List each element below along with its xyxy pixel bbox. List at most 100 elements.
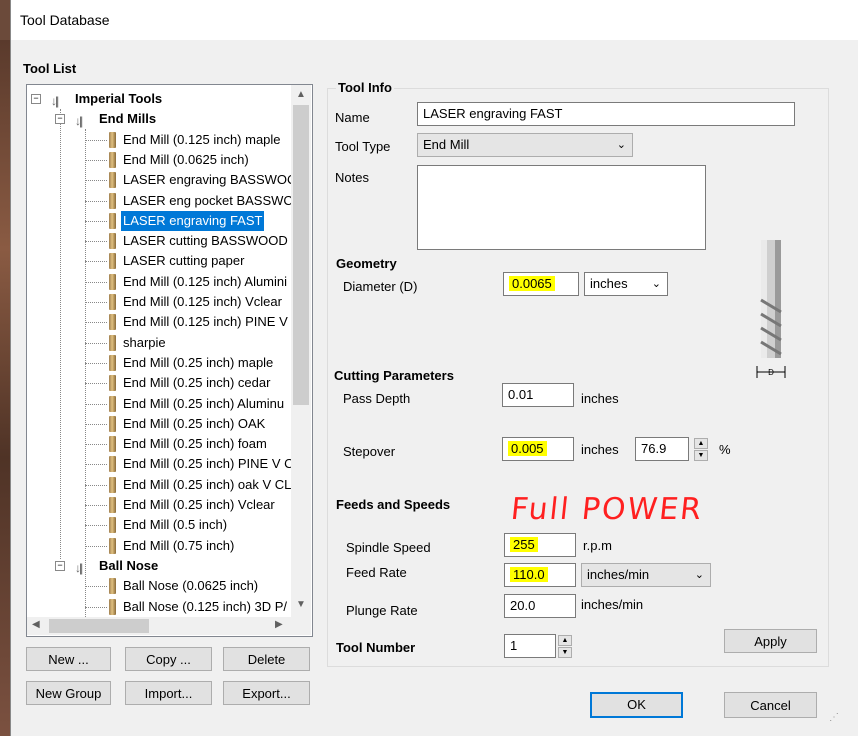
pass-depth-input[interactable]: 0.01 (502, 383, 574, 407)
new-tool-button[interactable]: New ... (26, 647, 111, 671)
tool-group-label: Ball Nose (99, 557, 159, 573)
export-button[interactable]: Export... (223, 681, 310, 705)
apply-button[interactable]: Apply (724, 629, 817, 653)
tree-connector (85, 241, 107, 243)
end-mill-icon (109, 578, 116, 595)
feed-rate-label: Feed Rate (346, 565, 407, 580)
tree-item[interactable]: LASER engraving FAST (27, 210, 291, 231)
tree-item[interactable]: LASER cutting paper (27, 251, 291, 271)
stepover-percent-spinner[interactable]: ▲ ▼ (694, 438, 708, 461)
spindle-speed-input[interactable]: 255 (504, 533, 576, 557)
tree-item[interactable]: LASER cutting BASSWOOD (27, 231, 291, 251)
collapse-icon[interactable]: − (55, 114, 65, 125)
name-input[interactable]: LASER engraving FAST (417, 102, 795, 126)
tree-item[interactable]: Ball Nose (0.0625 inch) (27, 576, 291, 596)
tree-root-imperial-tools[interactable]: − ↓|| Imperial Tools (27, 89, 291, 109)
tool-number-spinner[interactable]: ▲ ▼ (558, 635, 572, 658)
tool-item-label: End Mill (0.5 inch) (123, 517, 228, 533)
feeds-speeds-heading: Feeds and Speeds (336, 497, 451, 512)
title-bar: Tool Database (11, 0, 858, 40)
tree-item[interactable]: End Mill (0.125 inch) Vclear (27, 292, 291, 312)
tool-item-label: End Mill (0.25 inch) PINE V C (123, 456, 294, 472)
tree-item[interactable]: End Mill (0.25 inch) maple (27, 353, 291, 373)
notes-textarea[interactable] (417, 165, 706, 250)
tree-connector (85, 180, 107, 182)
vertical-scrollbar[interactable]: ▲ ▼ (291, 85, 311, 617)
scrollbar-thumb[interactable] (293, 105, 309, 405)
end-mill-icon (109, 476, 116, 493)
plunge-rate-input[interactable]: 20.0 (504, 594, 576, 618)
tree-item[interactable]: End Mill (0.25 inch) cedar (27, 373, 291, 393)
tool-number-input[interactable]: 1 (504, 634, 556, 658)
diameter-value: 0.0065 (509, 276, 555, 291)
tool-type-value: End Mill (423, 137, 470, 152)
scroll-left-icon[interactable]: ◀ (32, 619, 40, 630)
tree-item[interactable]: End Mill (0.25 inch) PINE V C (27, 454, 294, 474)
tree-item[interactable]: LASER eng pocket BASSWC (27, 191, 293, 211)
tree-item[interactable]: End Mill (0.25 inch) foam (27, 434, 291, 454)
feed-rate-input[interactable]: 110.0 (504, 563, 576, 587)
tool-item-label: End Mill (0.125 inch) Alumini (123, 273, 288, 289)
end-mill-icon (109, 517, 116, 534)
tool-item-label: LASER engraving BASSWOC (123, 172, 297, 188)
plunge-rate-label: Plunge Rate (346, 603, 418, 618)
tree-connector (85, 525, 107, 527)
collapse-icon[interactable]: − (31, 94, 41, 104)
tree-item[interactable]: End Mill (0.125 inch) PINE V (27, 312, 291, 332)
tool-info-heading: Tool Info (336, 80, 394, 95)
tool-type-label: Tool Type (335, 139, 391, 154)
end-mill-icon (109, 598, 116, 615)
stepover-percent-input[interactable]: 76.9 (635, 437, 689, 461)
tree-item[interactable]: End Mill (0.75 inch) (27, 536, 291, 556)
tree-group[interactable]: − ↓|| Ball Nose (27, 556, 291, 576)
ok-button[interactable]: OK (590, 692, 683, 718)
copy-tool-button[interactable]: Copy ... (125, 647, 212, 671)
new-group-button[interactable]: New Group (26, 681, 111, 705)
tree-item[interactable]: End Mill (0.5 inch) (27, 515, 291, 535)
tree-item[interactable]: End Mill (0.125 inch) maple (27, 130, 291, 150)
tree-item[interactable]: End Mill (0.25 inch) oak V CL (27, 475, 291, 495)
tree-connector (85, 606, 107, 608)
scroll-up-icon[interactable]: ▲ (296, 89, 306, 100)
spin-down-icon[interactable]: ▼ (558, 647, 572, 658)
chevron-down-icon: ⌄ (616, 139, 626, 151)
delete-tool-button[interactable]: Delete (223, 647, 310, 671)
end-mill-icon (109, 294, 116, 310)
scroll-down-icon[interactable]: ▼ (296, 599, 306, 610)
stepover-input[interactable]: 0.005 (502, 437, 574, 461)
tree-item[interactable]: Ball Nose (0.125 inch) 3D P/ (27, 597, 291, 617)
end-mill-icon (109, 395, 116, 412)
horizontal-scrollbar[interactable]: ◀ ▶ (27, 617, 291, 635)
tree-item[interactable]: End Mill (0.25 inch) Aluminu (27, 394, 291, 414)
tool-tree[interactable]: Ball Nose (0.125 inch) 3D P/Ball Nose (0… (26, 84, 313, 637)
tool-item-label: End Mill (0.25 inch) oak V CL (123, 476, 292, 492)
import-button[interactable]: Import... (125, 681, 212, 705)
end-mill-icon (109, 172, 116, 189)
feed-rate-unit-select[interactable]: inches/min ⌄ (581, 563, 711, 587)
cancel-button[interactable]: Cancel (724, 692, 817, 718)
tool-item-label: End Mill (0.25 inch) cedar (123, 375, 271, 391)
tree-group[interactable]: − ↓|| End Mills (27, 109, 291, 129)
scroll-right-icon[interactable]: ▶ (275, 619, 283, 630)
resize-grip-icon[interactable]: ⋰ (829, 712, 839, 723)
collapse-icon[interactable]: − (55, 560, 65, 571)
diameter-input[interactable]: 0.0065 (503, 272, 579, 296)
tool-item-label: End Mill (0.25 inch) Vclear (123, 497, 275, 512)
diameter-unit-select[interactable]: inches ⌄ (584, 272, 668, 296)
tree-item[interactable]: LASER engraving BASSWOC (27, 170, 296, 190)
spin-up-icon[interactable]: ▲ (694, 438, 708, 449)
hscrollbar-thumb[interactable] (49, 619, 149, 633)
tree-item[interactable]: sharpie (27, 333, 291, 353)
tree-item[interactable]: End Mill (0.0625 inch) (27, 150, 291, 170)
tree-item[interactable]: End Mill (0.25 inch) OAK (27, 414, 291, 434)
spin-up-icon[interactable]: ▲ (558, 635, 572, 646)
window-title: Tool Database (20, 12, 110, 28)
tree-item[interactable]: End Mill (0.125 inch) Alumini (27, 272, 291, 292)
tool-type-select[interactable]: End Mill ⌄ (417, 133, 633, 157)
tool-item-label: LASER engraving FAST (121, 210, 265, 231)
tree-item[interactable]: End Mill (0.25 inch) Vclear (27, 495, 291, 515)
spin-down-icon[interactable]: ▼ (694, 450, 708, 461)
tool-item-label: LASER cutting BASSWOOD (123, 233, 288, 249)
feed-rate-unit-value: inches/min (587, 567, 650, 582)
spindle-speed-label: Spindle Speed (346, 540, 431, 555)
